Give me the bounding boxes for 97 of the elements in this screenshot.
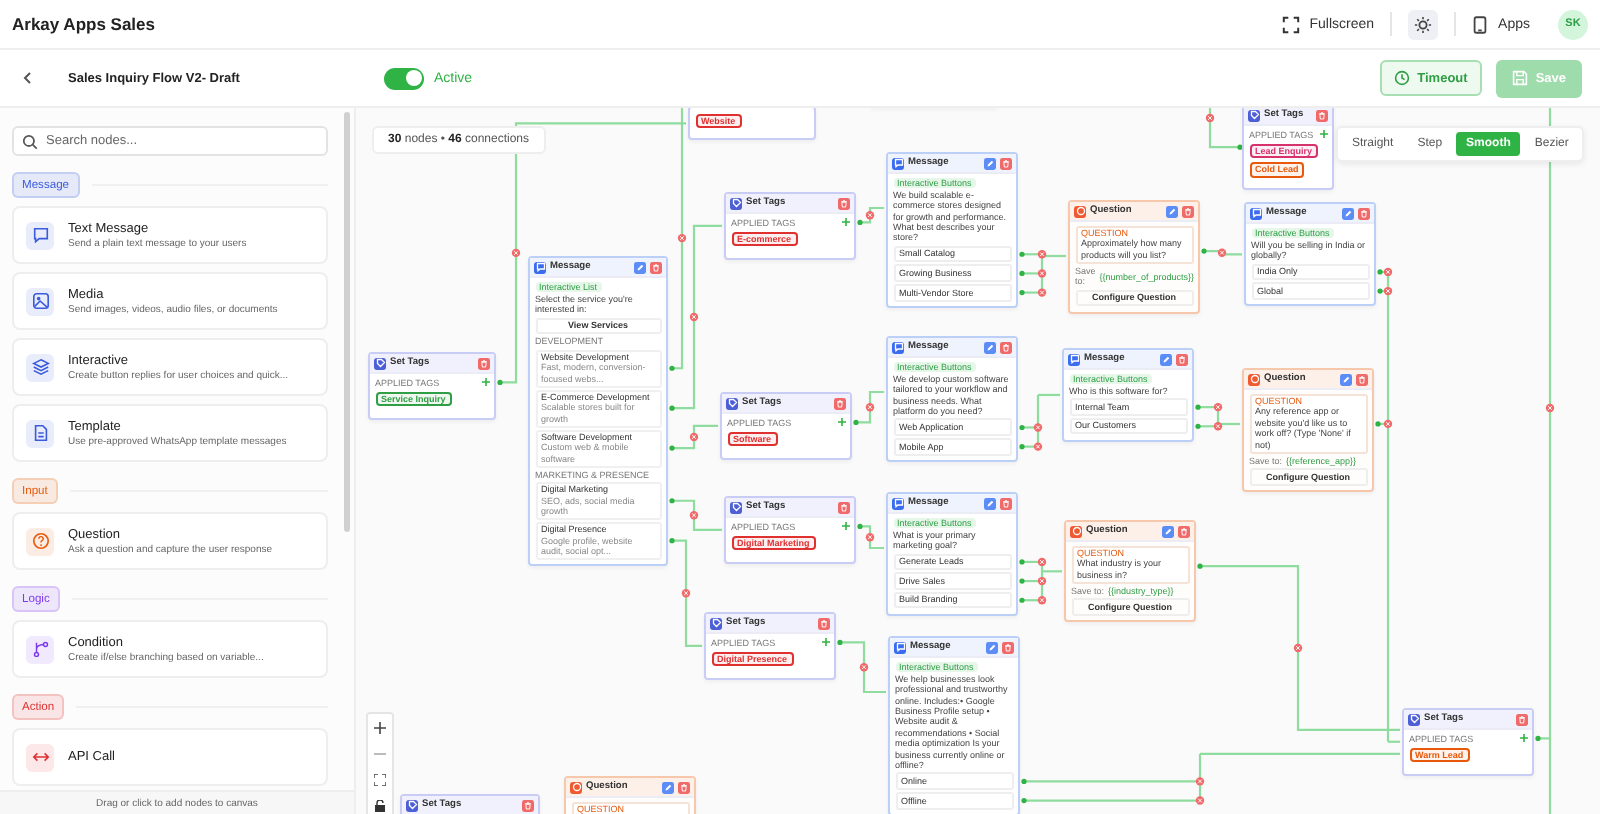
node-type-icon — [892, 497, 904, 509]
delete-icon[interactable] — [478, 357, 490, 369]
connector-line[interactable] — [669, 424, 718, 451]
api-icon — [26, 743, 54, 771]
media-icon — [26, 287, 54, 315]
delete-icon[interactable] — [1002, 641, 1014, 653]
flow-node[interactable] — [888, 636, 1020, 814]
template-icon — [26, 419, 54, 447]
delete-icon[interactable] — [1516, 713, 1528, 725]
edit-icon[interactable] — [1160, 353, 1172, 365]
delete-icon[interactable] — [1176, 353, 1188, 365]
plus-icon[interactable] — [481, 378, 489, 387]
node-type-icon — [406, 799, 418, 811]
edit-icon[interactable] — [1166, 205, 1178, 217]
edit-icon[interactable] — [986, 641, 998, 653]
delete-icon[interactable] — [522, 799, 534, 811]
fullscreen-icon — [1281, 15, 1300, 33]
delete-icon[interactable] — [1000, 157, 1012, 169]
clock-icon — [1393, 70, 1410, 86]
connector-line[interactable] — [1375, 267, 1400, 743]
connector-line[interactable] — [853, 390, 884, 425]
delete-icon[interactable] — [1358, 207, 1370, 219]
plus-icon[interactable] — [1319, 130, 1327, 139]
delete-icon[interactable] — [678, 781, 690, 793]
connector-line[interactable] — [1205, 108, 1243, 150]
edit-icon[interactable] — [1342, 207, 1354, 219]
delete-icon[interactable] — [1000, 497, 1012, 509]
connector-line[interactable] — [669, 538, 702, 647]
plus-icon[interactable] — [841, 218, 849, 227]
scrollbar[interactable] — [344, 112, 350, 532]
node-type-icon — [730, 501, 742, 513]
delete-icon[interactable] — [818, 617, 830, 629]
delete-icon[interactable] — [1356, 373, 1368, 385]
connector-line[interactable] — [857, 206, 884, 225]
connector-line[interactable] — [1195, 402, 1240, 431]
delete-icon[interactable] — [1182, 205, 1194, 217]
edit-icon[interactable] — [984, 341, 996, 353]
flow-node[interactable] — [528, 256, 668, 567]
plus-icon[interactable] — [1519, 734, 1527, 743]
node-type-icon — [1248, 373, 1260, 385]
delete-icon[interactable] — [834, 397, 846, 409]
delete-icon[interactable] — [838, 501, 850, 513]
connector-line[interactable] — [1197, 563, 1400, 731]
node-type-icon — [726, 397, 738, 409]
connector-line[interactable] — [669, 224, 722, 411]
connector-line[interactable] — [857, 523, 884, 550]
edit-icon[interactable] — [1162, 525, 1174, 537]
connector-line[interactable] — [1535, 735, 1550, 741]
edit-icon[interactable] — [662, 781, 674, 793]
zoom-in-icon[interactable] — [374, 722, 386, 734]
node-type-icon — [1074, 205, 1086, 217]
tablet-icon — [1472, 15, 1489, 33]
delete-icon[interactable] — [1178, 525, 1190, 537]
node-type-icon — [894, 641, 906, 653]
interactive-icon — [26, 353, 54, 381]
edit-icon[interactable] — [984, 497, 996, 509]
fit-view-icon[interactable] — [374, 774, 386, 786]
node-type-icon — [710, 617, 722, 629]
connector-line[interactable] — [1019, 557, 1062, 605]
lock-icon[interactable] — [374, 800, 386, 812]
delete-icon[interactable] — [1316, 109, 1328, 121]
plus-icon[interactable] — [837, 418, 845, 427]
edit-icon[interactable] — [984, 157, 996, 169]
active-toggle[interactable] — [384, 67, 424, 89]
connector-line[interactable] — [669, 108, 687, 371]
node-type-icon — [374, 357, 386, 369]
edit-icon[interactable] — [634, 261, 646, 273]
connector-line[interactable] — [1019, 393, 1060, 451]
text-icon — [26, 221, 54, 249]
question-icon — [26, 527, 54, 555]
connector-line[interactable] — [1019, 250, 1066, 297]
plus-icon[interactable] — [821, 638, 829, 647]
node-type-icon — [1068, 353, 1080, 365]
edit-icon[interactable] — [1340, 373, 1352, 385]
connector-line[interactable] — [1201, 248, 1242, 257]
delete-icon[interactable] — [1000, 341, 1012, 353]
app-title: Arkay Apps Sales — [12, 14, 155, 34]
node-type-icon — [730, 197, 742, 209]
node-type-icon — [1250, 207, 1262, 219]
back-icon[interactable] — [20, 70, 36, 86]
node-type-icon — [1070, 525, 1082, 537]
connector-line[interactable] — [837, 639, 886, 694]
node-type-icon — [892, 157, 904, 169]
theme-button[interactable] — [1408, 9, 1439, 39]
delete-icon[interactable] — [650, 261, 662, 273]
node-type-icon — [892, 341, 904, 353]
condition-icon — [26, 635, 54, 663]
delete-icon[interactable] — [838, 197, 850, 209]
node-type-icon — [1408, 713, 1420, 725]
sun-icon — [1414, 15, 1433, 33]
connector-line[interactable] — [669, 498, 722, 531]
node-type-icon — [534, 261, 546, 273]
plus-icon[interactable] — [841, 522, 849, 531]
node-type-icon — [1248, 109, 1260, 121]
zoom-out-icon[interactable] — [374, 748, 386, 760]
save-icon — [1511, 70, 1528, 86]
node-type-icon — [570, 781, 582, 793]
